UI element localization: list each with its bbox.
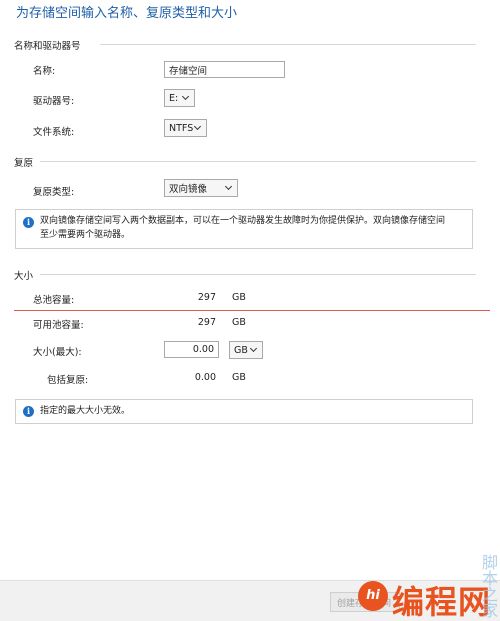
watermark-text: 编程网	[392, 583, 492, 621]
drive-letter-dropdown[interactable]: E:	[164, 89, 195, 107]
watermark-side-text: 脚本之家	[482, 553, 499, 620]
red-annotation-line	[14, 310, 490, 311]
resiliency-type-label: 复原类型:	[33, 187, 75, 198]
chevron-down-icon	[225, 184, 233, 192]
section-heading-name: 名称和驱动器号	[14, 41, 81, 52]
watermark-logo: hi	[358, 581, 388, 611]
resiliency-info-line2: 至少需要两个驱动器。	[40, 230, 131, 240]
section-divider	[100, 44, 476, 45]
total-capacity-label: 总池容量:	[33, 295, 75, 306]
resiliency-info-line1: 双向镜像存储空间写入两个数据副本，可以在一个驱动器发生故障时为你提供保护。双向镜…	[40, 216, 446, 226]
max-size-unit-value: GB	[234, 344, 248, 356]
drive-letter-label: 驱动器号:	[33, 96, 75, 107]
section-heading-resiliency: 复原	[14, 158, 34, 169]
section-divider	[40, 161, 476, 162]
page-title: 为存储空间输入名称、复原类型和大小	[16, 6, 238, 21]
size-warning-text: 指定的最大大小无效。	[40, 406, 131, 416]
including-resiliency-value: 0.00	[194, 372, 216, 383]
file-system-dropdown[interactable]: NTFS	[164, 119, 207, 137]
file-system-value: NTFS	[169, 122, 194, 134]
available-capacity-value: 297	[197, 317, 216, 328]
including-resiliency-unit: GB	[232, 372, 246, 383]
including-resiliency-label: 包括复原:	[47, 375, 89, 386]
section-heading-size: 大小	[14, 271, 34, 282]
size-warning-box: i 指定的最大大小无效。	[15, 399, 473, 424]
max-size-unit-dropdown[interactable]: GB	[229, 341, 263, 359]
resiliency-type-value: 双向镜像	[169, 184, 208, 195]
info-circle-icon: i	[23, 406, 34, 417]
resiliency-type-dropdown[interactable]: 双向镜像	[164, 179, 238, 197]
available-capacity-unit: GB	[232, 317, 246, 328]
file-system-label: 文件系统:	[33, 127, 75, 138]
total-capacity-unit: GB	[232, 292, 246, 303]
section-divider	[40, 274, 476, 275]
name-input[interactable]	[164, 61, 285, 78]
max-size-label: 大小(最大):	[33, 347, 82, 358]
info-circle-icon: i	[23, 217, 34, 228]
available-capacity-label: 可用池容量:	[33, 320, 84, 331]
chevron-down-icon	[182, 94, 190, 102]
resiliency-info-box: i 双向镜像存储空间写入两个数据副本，可以在一个驱动器发生故障时为你提供保护。双…	[15, 209, 473, 249]
chevron-down-icon	[250, 346, 258, 354]
total-capacity-value: 297	[197, 292, 216, 303]
chevron-down-icon	[194, 124, 202, 132]
drive-letter-value: E:	[169, 92, 179, 104]
name-label: 名称:	[33, 66, 56, 77]
max-size-input[interactable]	[164, 341, 219, 358]
